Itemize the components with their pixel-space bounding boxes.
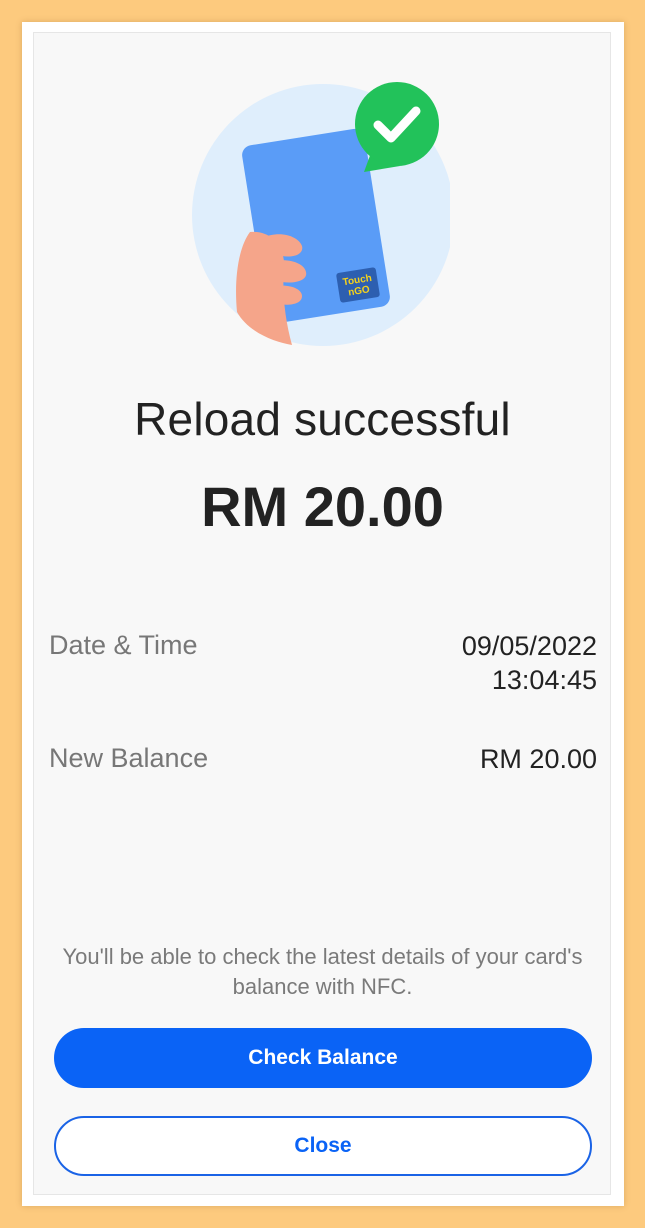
datetime-value: 09/05/2022 13:04:45 [462, 629, 597, 697]
balance-label: New Balance [49, 743, 209, 773]
result-title: Reload successful [134, 393, 511, 445]
card-reload-illustration: Touch nGO [192, 82, 450, 346]
tng-logo: Touch nGO [336, 267, 380, 303]
reload-amount: RM 20.00 [201, 475, 444, 538]
close-button[interactable]: Close [54, 1116, 592, 1176]
nfc-note: You'll be able to check the latest detai… [62, 944, 583, 999]
balance-value: RM 20.00 [479, 744, 597, 774]
date-value: 09/05/2022 [461, 631, 597, 661]
close-label: Close [294, 1134, 352, 1157]
check-balance-button[interactable]: Check Balance [54, 1028, 592, 1088]
time-value: 13:04:45 [491, 665, 597, 695]
datetime-label: Date & Time [49, 630, 198, 660]
check-balance-label: Check Balance [248, 1046, 398, 1069]
